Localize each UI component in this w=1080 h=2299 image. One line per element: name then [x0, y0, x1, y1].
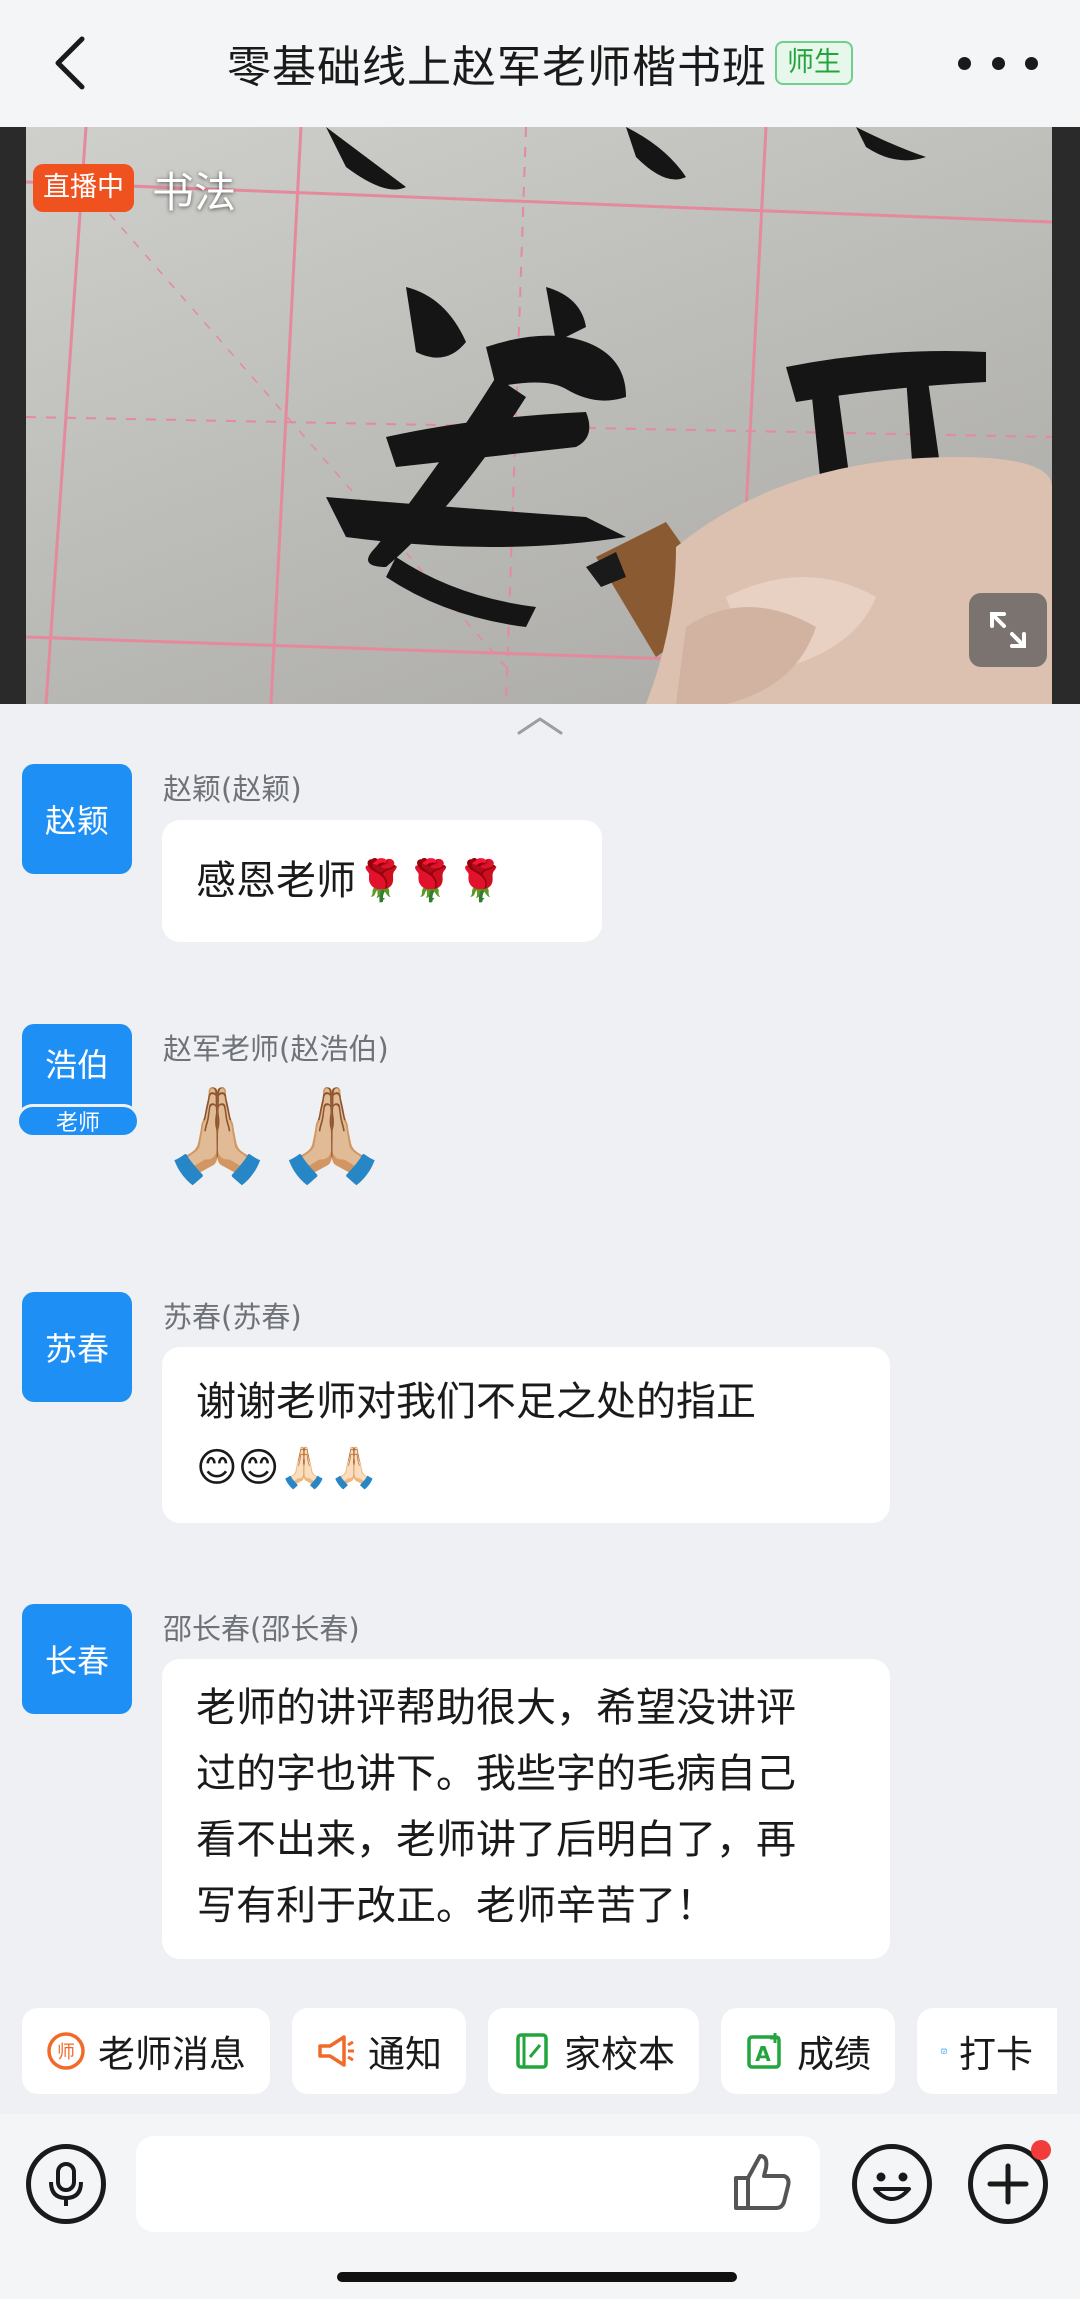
message-input[interactable] — [136, 2136, 820, 2232]
sender-name: 赵军老师(赵浩伯) — [163, 1032, 389, 1066]
thumbs-up-icon[interactable] — [730, 2150, 794, 2214]
quick-label: 老师消息 — [98, 2033, 246, 2076]
quick-label: 打卡 — [959, 2033, 1033, 2076]
sender-name: 苏春(苏春) — [163, 1300, 302, 1334]
more-button[interactable] — [958, 38, 1038, 88]
notebook-icon — [516, 2033, 548, 2069]
live-status-badge: 直播中 — [33, 164, 134, 212]
calendar-check-icon — [941, 2048, 947, 2054]
avatar-label: 浩伯 — [44, 1046, 109, 1084]
emoji-message[interactable]: 🙏🏼🙏🏼 — [160, 1080, 389, 1190]
svg-text:A: A — [755, 2042, 771, 2066]
svg-text:师: 师 — [57, 2042, 75, 2063]
avatar[interactable]: 赵颖 — [22, 764, 132, 874]
message-line: 看不出来，老师讲了后明白了，再 — [196, 1817, 796, 1863]
check-in-button[interactable]: 打卡 — [917, 2008, 1057, 2094]
collapse-video-button[interactable] — [515, 713, 565, 737]
page-title: 零基础线上赵军老师楷书班 — [227, 42, 767, 93]
avatar[interactable]: 长春 — [22, 1604, 132, 1714]
quick-label: 家校本 — [564, 2033, 675, 2076]
fullscreen-button[interactable] — [969, 593, 1047, 667]
scores-button[interactable]: A 成绩 — [721, 2008, 895, 2094]
emoji-button[interactable] — [852, 2144, 932, 2224]
message-bubble[interactable]: 谢谢老师对我们不足之处的指正 😊😊🙏🏻🙏🏻 — [162, 1347, 890, 1523]
message-line: 过的字也讲下。我些字的毛病自己 — [196, 1751, 796, 1797]
avatar[interactable]: 苏春 — [22, 1292, 132, 1402]
avatar-label: 长春 — [44, 1642, 109, 1680]
score-icon: A — [747, 2033, 781, 2069]
sender-name: 邵长春(邵长春) — [163, 1612, 360, 1646]
avatar[interactable]: 浩伯 老师 — [16, 1024, 140, 1138]
teacher-icon: 师 — [47, 2032, 85, 2070]
message-bubble[interactable]: 老师的讲评帮助很大，希望没讲评 过的字也讲下。我些字的毛病自己 看不出来，老师讲… — [162, 1659, 890, 1959]
quick-label: 成绩 — [797, 2033, 871, 2076]
avatar-label: 赵颖 — [44, 802, 109, 840]
home-indicator — [337, 2272, 737, 2282]
live-title: 书法 — [152, 168, 237, 217]
message-line: 写有利于改正。老师辛苦了！ — [196, 1883, 716, 1929]
teacher-messages-button[interactable]: 师 老师消息 — [22, 2008, 270, 2094]
notification-dot — [1031, 2140, 1051, 2160]
microphone-icon — [49, 2162, 83, 2206]
header-bar: 零基础线上赵军老师楷书班 师生 — [0, 0, 1080, 127]
notice-button[interactable]: 通知 — [292, 2008, 466, 2094]
message-line: 老师的讲评帮助很大，希望没讲评 — [196, 1685, 796, 1731]
chevron-up-icon — [517, 717, 563, 735]
input-bar — [0, 2114, 1080, 2299]
avatar-label: 苏春 — [44, 1330, 109, 1368]
home-school-book-button[interactable]: 家校本 — [488, 2008, 699, 2094]
expand-icon — [990, 612, 1026, 648]
quick-label: 通知 — [368, 2033, 442, 2076]
message-line: 谢谢老师对我们不足之处的指正 — [196, 1379, 756, 1425]
member-type-badge: 师生 — [775, 41, 853, 85]
sender-name: 赵颖(赵颖) — [163, 772, 302, 806]
megaphone-icon — [318, 2035, 354, 2067]
more-icon — [958, 56, 971, 70]
message-bubble[interactable]: 感恩老师🌹🌹🌹 — [162, 820, 602, 942]
plus-icon — [987, 2163, 1029, 2205]
teacher-tag: 老师 — [16, 1104, 140, 1138]
voice-button[interactable] — [26, 2144, 106, 2224]
message-line: 😊😊🙏🏻🙏🏻 — [196, 1445, 380, 1491]
quick-actions-bar: 师 老师消息 通知 家校本 A 成绩 打卡 — [22, 2008, 1057, 2094]
live-video[interactable]: 直播中 书法 — [0, 127, 1080, 704]
emoji-icon — [873, 2172, 911, 2201]
